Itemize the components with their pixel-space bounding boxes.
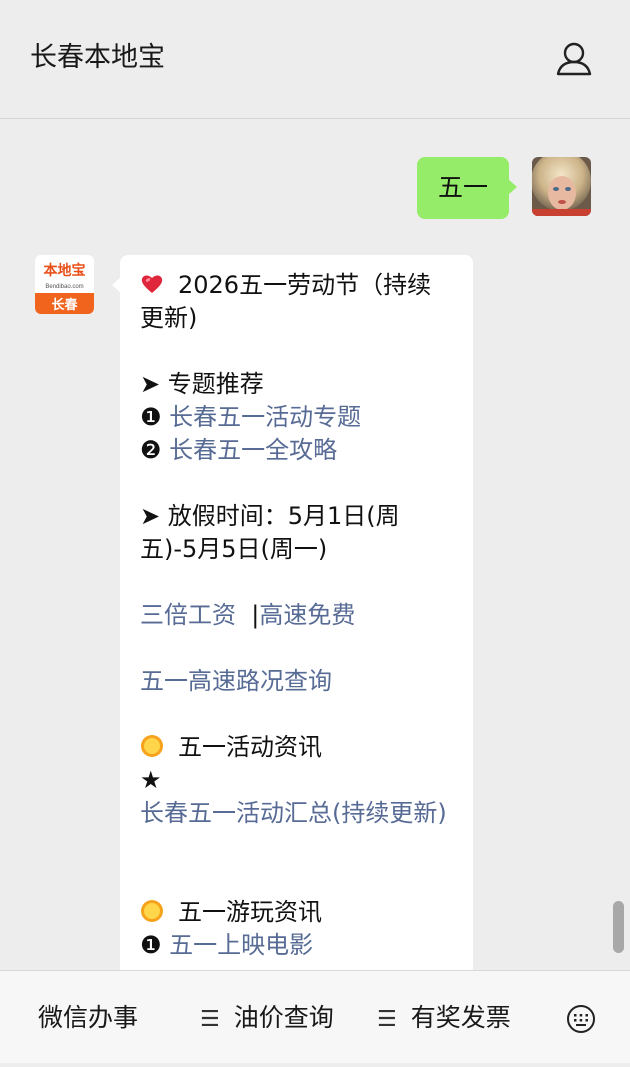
user-avatar[interactable]	[532, 157, 591, 216]
bottom-menu: 微信办事 ☰ 油价查询 ☰ 有奖发票	[0, 970, 630, 1063]
bot-message-bubble[interactable]: 2026五一劳动节（持续 更新) ➤ 专题推荐 ❶ 长春五一活动专题 ❷ 长春五…	[112, 255, 473, 971]
link-free-highway[interactable]: 高速免费	[259, 601, 355, 629]
holiday-time-line2: 五)-5月5日(周一)	[140, 535, 328, 563]
red-heart-icon	[141, 275, 163, 293]
holiday-time-line1: ➤ 放假时间：5月1日(周	[140, 502, 400, 530]
link-full-guide[interactable]: 长春五一全攻略	[169, 436, 337, 464]
user-message-text: 五一	[437, 173, 488, 202]
chat-header: 长春本地宝	[0, 0, 630, 119]
section-featured: ➤ 专题推荐	[140, 370, 264, 398]
menu-item-wechat-services[interactable]: 微信办事	[38, 971, 138, 1063]
logo-line2: Bendibao.com	[45, 284, 83, 290]
sun-icon	[141, 900, 163, 922]
menu-list-icon: ☰	[377, 1007, 397, 1032]
menu-item-label: 油价查询	[233, 1003, 334, 1032]
menu-item-fuel-price[interactable]: ☰ 油价查询	[200, 971, 334, 1063]
sun-icon	[141, 735, 163, 757]
link-activity-topic[interactable]: 长春五一活动专题	[169, 403, 361, 431]
bullet-1: ❶	[140, 403, 162, 431]
message-title-cont: 更新)	[140, 304, 198, 332]
message-title: 2026五一劳动节（持续	[178, 271, 432, 299]
section-activities: 五一活动资讯	[178, 733, 322, 761]
bullet-2: ❷	[140, 436, 162, 464]
user-message-bubble[interactable]: 五一	[417, 157, 517, 219]
bendibao-avatar[interactable]: 本地宝 Bendibao.com 长春	[35, 255, 94, 314]
menu-item-label: 微信办事	[38, 1003, 139, 1032]
menu-list-icon: ☰	[200, 1007, 220, 1032]
link-may-day-movies[interactable]: 五一上映电影	[169, 931, 313, 959]
link-activity-summary[interactable]: 长春五一活动汇总(持续更新)	[140, 799, 447, 827]
menu-item-prize-invoice[interactable]: ☰ 有奖发票	[377, 971, 511, 1063]
chat-title: 长春本地宝	[30, 42, 165, 73]
chat-scrollbar[interactable]	[613, 901, 624, 953]
star-icon: ★	[140, 766, 162, 794]
bullet-1b: ❶	[140, 931, 162, 959]
logo-line1: 本地宝	[44, 262, 86, 279]
bot-message-content: 2026五一劳动节（持续 更新) ➤ 专题推荐 ❶ 长春五一活动专题 ❷ 长春五…	[140, 269, 460, 962]
menu-item-label: 有奖发票	[410, 1003, 511, 1032]
user-icon[interactable]	[552, 38, 596, 82]
link-highway-traffic[interactable]: 五一高速路况查询	[140, 667, 332, 695]
section-travel: 五一游玩资讯	[178, 898, 322, 926]
link-triple-wages[interactable]: 三倍工资	[140, 601, 236, 629]
chat-area[interactable]: 五一 本地宝 Bendibao.com 长春 2026五一劳动节（持续 更新) …	[0, 119, 630, 971]
logo-city: 长春	[51, 297, 78, 313]
keyboard-icon[interactable]	[566, 1004, 596, 1034]
